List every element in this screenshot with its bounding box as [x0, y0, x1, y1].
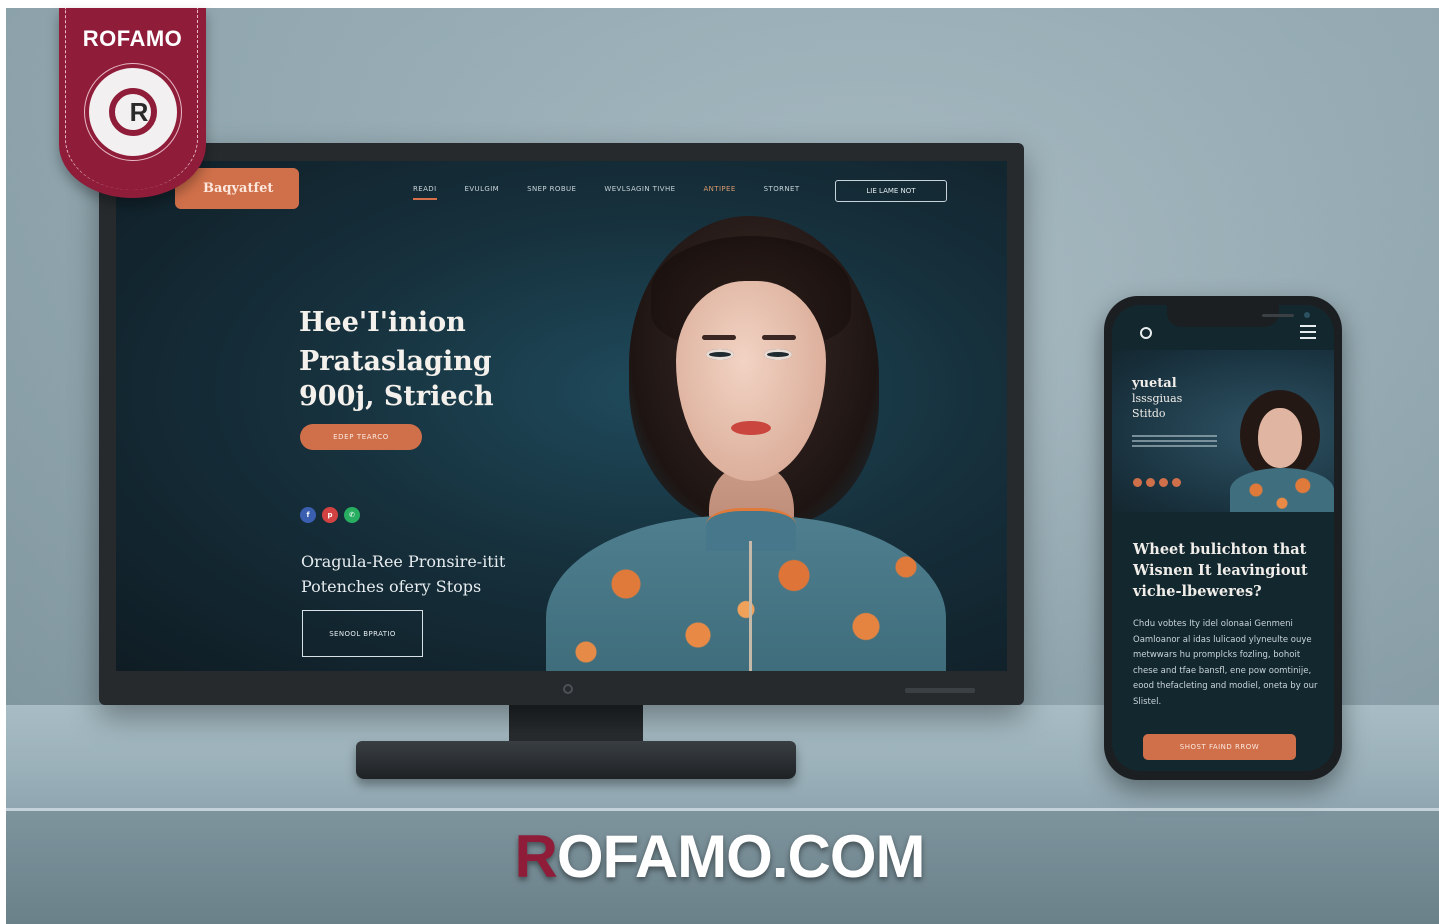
- mobile-heading-line-2: Wisnen It leavingiout: [1133, 562, 1308, 579]
- nav-cta-button[interactable]: LIE LAME NOT: [835, 180, 947, 202]
- mobile-portrait-face: [1258, 408, 1302, 468]
- whatsapp-icon[interactable]: ✆: [344, 507, 360, 523]
- mobile-hero-text: [1132, 435, 1217, 449]
- nav-item-3[interactable]: SNEP ROBUE: [527, 185, 576, 200]
- hero-subtitle-line-1: Oragula-Ree Pronsire-itit: [301, 552, 506, 571]
- mobile-portrait-body: [1230, 468, 1334, 512]
- nav-item-5[interactable]: ANTIPEE: [703, 185, 735, 200]
- mobile-social-dot[interactable]: [1146, 478, 1155, 487]
- seal-ring: R: [109, 88, 157, 136]
- mobile-heading-line-3: viche-lbeweres?: [1133, 583, 1262, 600]
- portrait-eye-right: [764, 349, 792, 360]
- hero-title: Hee'I'inion Prataslaging 900j, Striech: [299, 305, 589, 414]
- portrait-brow-right: [762, 335, 796, 340]
- facebook-icon[interactable]: f: [300, 507, 316, 523]
- wordmark-first-letter: R: [514, 823, 558, 890]
- nav-item-4[interactable]: WEVLSAGIN TIVHE: [604, 185, 675, 200]
- mobile-hero-title-line-3: Stitdo: [1132, 407, 1166, 420]
- mobile-body-text: Chdu vobtes Ity idel olonaai Genmeni Oam…: [1133, 619, 1318, 707]
- mobile-hero: yuetal lsssgiuas Stitdo: [1112, 350, 1334, 512]
- watermark-wordmark: ROFAMO.COM: [0, 822, 1439, 891]
- phone-camera: [1304, 312, 1310, 318]
- mobile-social-dot[interactable]: [1133, 478, 1142, 487]
- wordmark-rest: OFAMO.COM: [556, 823, 926, 890]
- mobile-hero-title-line-1: yuetal: [1132, 376, 1177, 391]
- mobile-social-dot[interactable]: [1159, 478, 1168, 487]
- badge-title: ROFAMO: [82, 26, 183, 51]
- phone-speaker: [1262, 314, 1294, 317]
- mobile-section-heading: Wheet bulichton that Wisnen It leavingio…: [1133, 539, 1323, 602]
- nav-item-2[interactable]: EVULGIM: [465, 185, 500, 200]
- nav-item-6[interactable]: STORNET: [764, 185, 800, 200]
- main-nav: READI EVULGIM SNEP ROBUE WEVLSAGIN TIVHE…: [413, 185, 828, 200]
- portrait-lips: [731, 421, 771, 435]
- mobile-hero-portrait: [1230, 390, 1334, 512]
- phone-notch: [1167, 305, 1310, 327]
- hamburger-menu-icon[interactable]: [1300, 325, 1316, 343]
- hero-primary-button[interactable]: EDEP TEARCO: [300, 424, 422, 450]
- hero-title-line-2: Prataslaging: [299, 346, 492, 377]
- mobile-hero-title: yuetal lsssgiuas Stitdo: [1132, 376, 1232, 421]
- monitor-brand-strip: [905, 688, 975, 693]
- hero-subtitle-line-2: Potenches ofery Stops: [301, 577, 482, 596]
- mobile-heading-line-1: Wheet bulichton that: [1133, 541, 1307, 558]
- pinterest-icon[interactable]: p: [322, 507, 338, 523]
- seal-letter-icon: R: [129, 97, 149, 127]
- hero-outline-button[interactable]: SENOOL BPRATIO: [302, 610, 423, 657]
- hero-title-line-1: Hee'I'inion: [299, 307, 466, 338]
- hero-portrait-image: [546, 216, 946, 671]
- portrait-eye-left: [706, 349, 734, 360]
- portrait-brow-left: [702, 335, 736, 340]
- mobile-phone: yuetal lsssgiuas Stitdo Wheet bulichton …: [1104, 296, 1342, 780]
- mobile-cta-button[interactable]: SHOST FAIND RROW: [1143, 734, 1296, 760]
- product-scene: Baqyatfet READI EVULGIM SNEP ROBUE WEVLS…: [6, 8, 1439, 924]
- nav-item-1[interactable]: READI: [413, 185, 437, 200]
- desktop-screen: Baqyatfet READI EVULGIM SNEP ROBUE WEVLS…: [116, 161, 1007, 671]
- social-links: f p ✆: [300, 507, 366, 523]
- hero-title-line-3: 900j, Striech: [299, 381, 494, 412]
- desktop-monitor: Baqyatfet READI EVULGIM SNEP ROBUE WEVLS…: [99, 143, 1024, 705]
- portrait-zipper: [749, 541, 752, 671]
- mobile-logo-icon[interactable]: [1140, 327, 1152, 339]
- badge-seal-logo: R: [89, 68, 177, 156]
- monitor-base: [356, 741, 796, 779]
- mobile-social-dot[interactable]: [1172, 478, 1181, 487]
- mobile-screen: yuetal lsssgiuas Stitdo Wheet bulichton …: [1112, 305, 1334, 771]
- watermark-badge: ROFAMO R: [59, 8, 206, 198]
- mobile-hero-title-line-2: lsssgiuas: [1132, 392, 1183, 405]
- hero-subtitle: Oragula-Ree Pronsire-itit Potenches ofer…: [301, 549, 561, 599]
- power-button-icon: [563, 684, 573, 694]
- mobile-social-dots: [1133, 478, 1185, 487]
